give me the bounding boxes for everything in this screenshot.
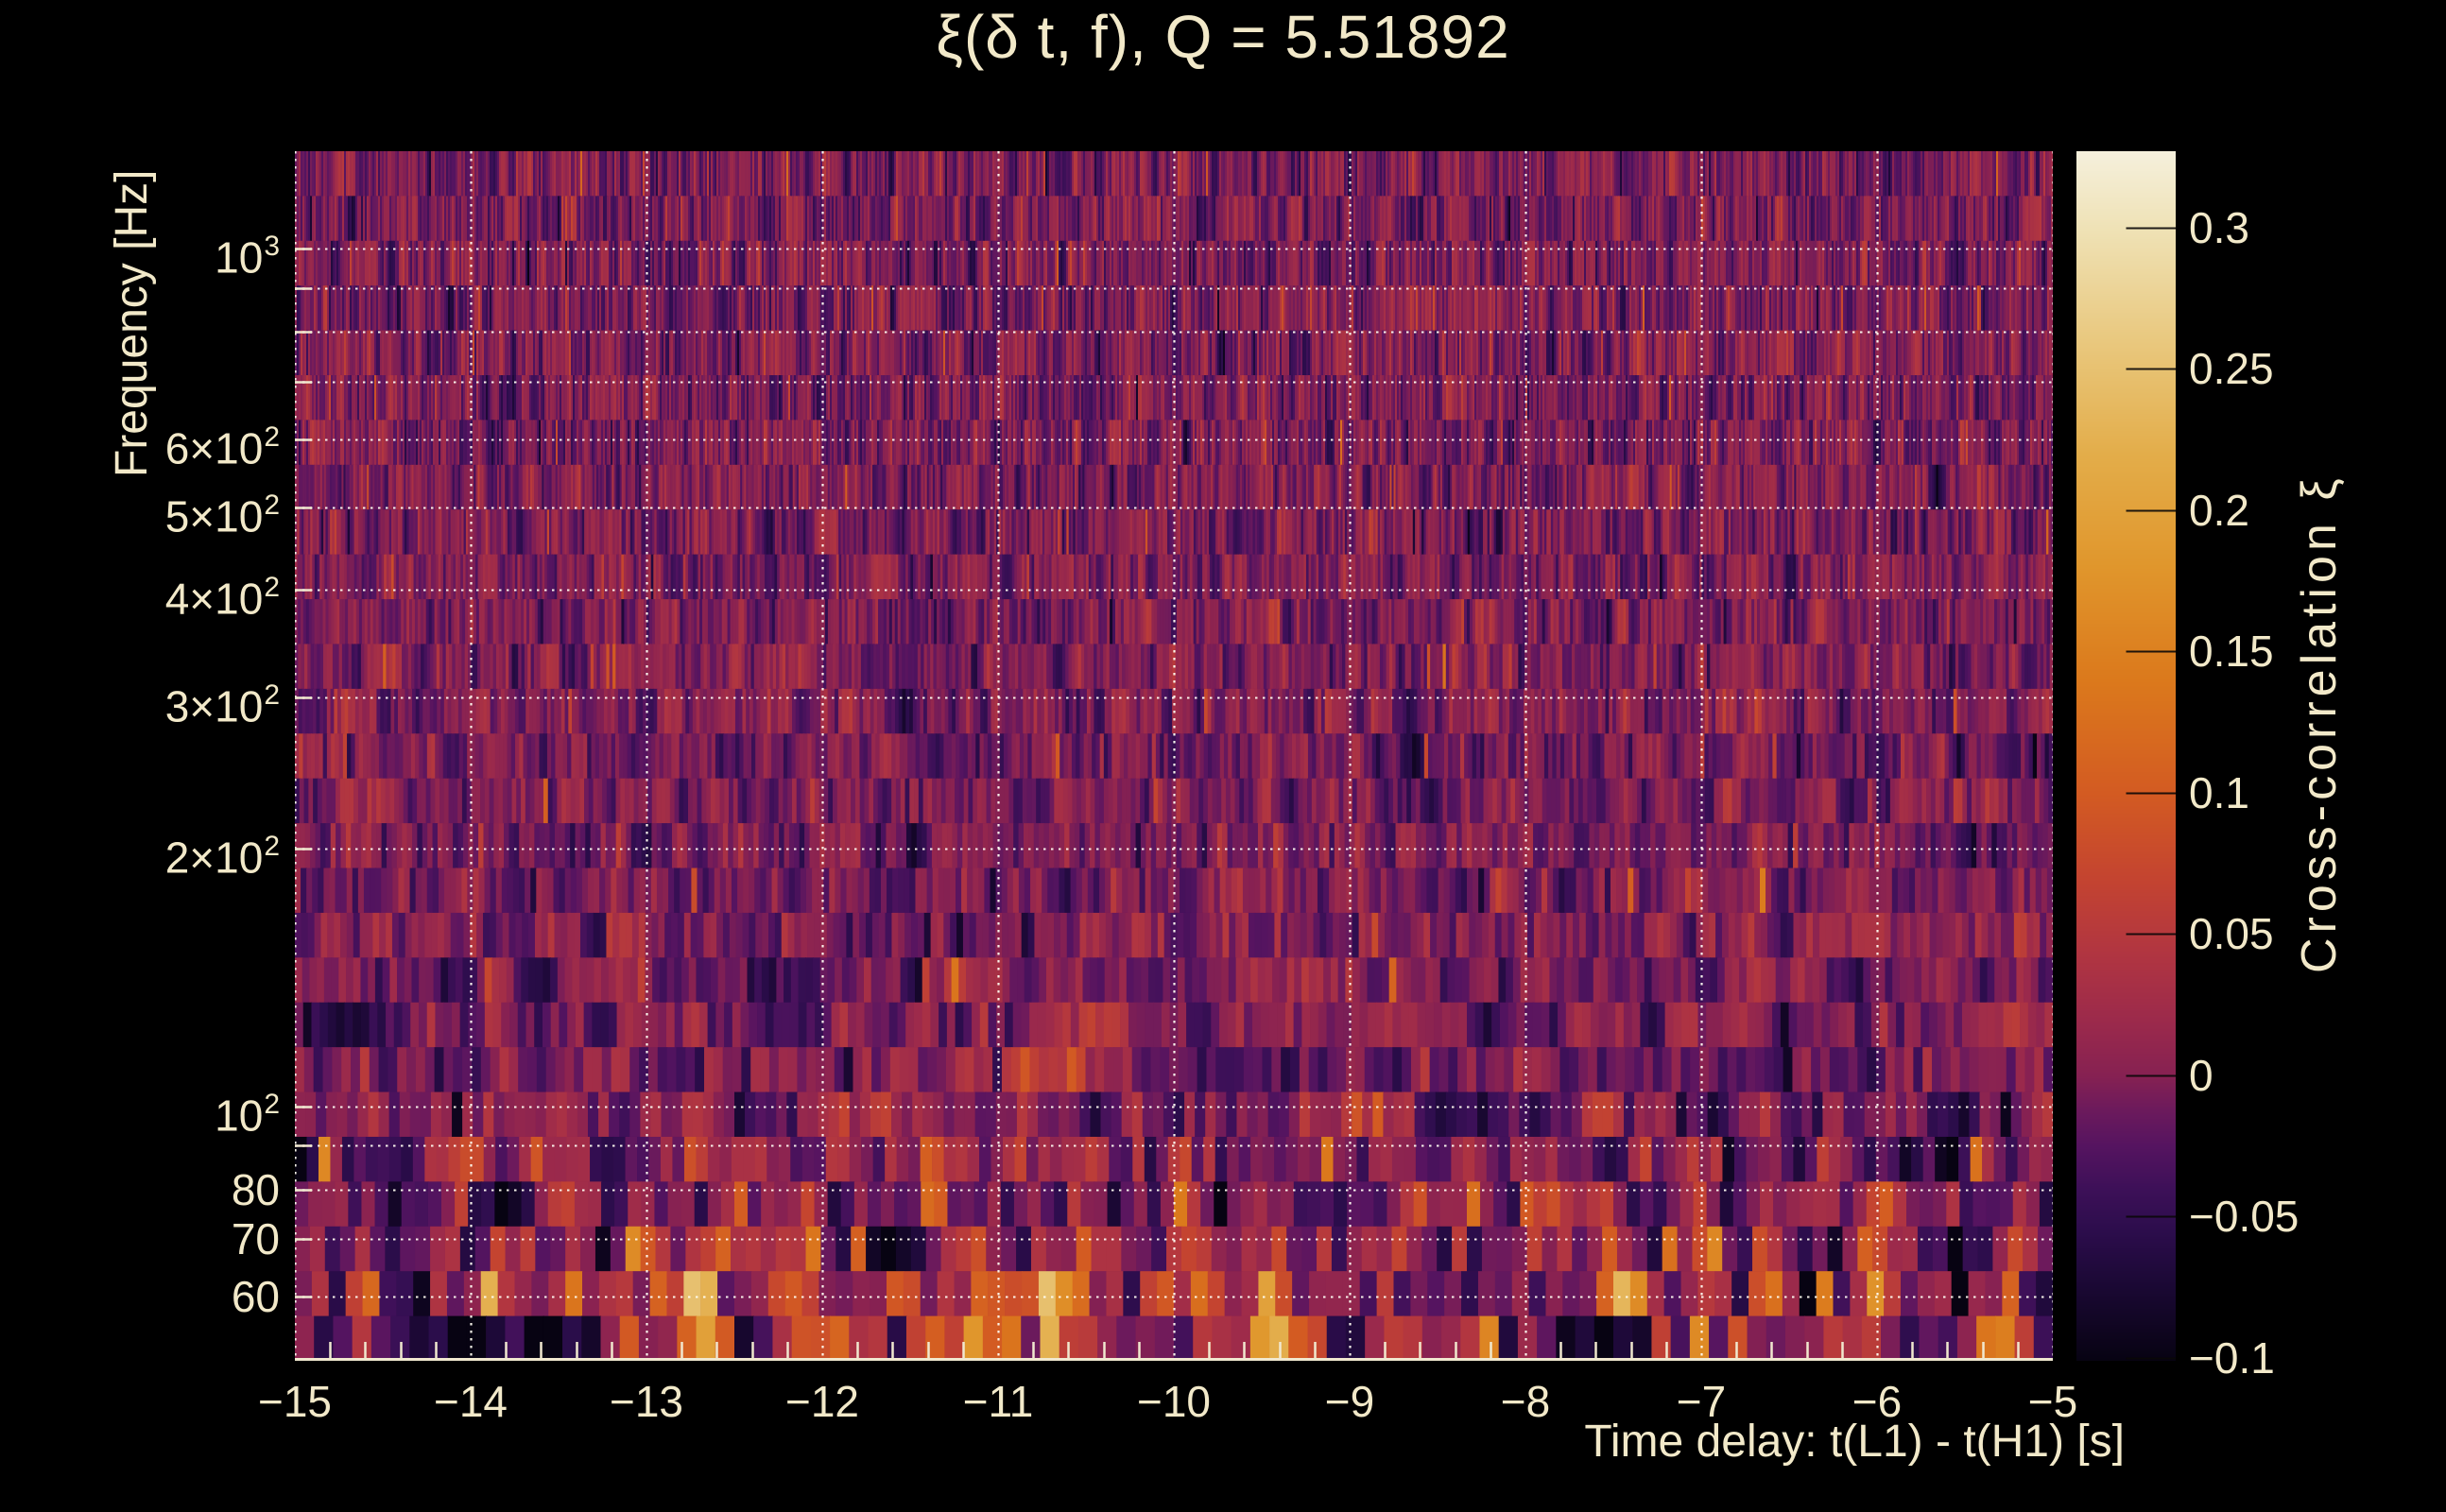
colorbar-tick-label: 0.05 <box>2189 909 2274 959</box>
x-tick-label: −15 <box>257 1377 333 1426</box>
y-tick-label: 5×102 <box>164 489 280 541</box>
y-tick-label: 80 <box>231 1164 280 1214</box>
y-tick-label: 102 <box>215 1088 280 1141</box>
y-tick-label: 4×102 <box>164 572 280 624</box>
y-tick-label: 3×102 <box>164 679 280 731</box>
figure-canvas-area: ξ(δ t, f), Q = 5.51892 Frequency [Hz] 10… <box>0 0 2446 1512</box>
y-tick-label: 70 <box>231 1214 280 1264</box>
heatmap-canvas <box>295 151 2053 1361</box>
x-tick-label: −13 <box>609 1377 684 1426</box>
y-tick-label: 2×102 <box>164 830 280 882</box>
colorbar-tick-label: −0.1 <box>2189 1333 2275 1383</box>
x-axis-label: Time delay: t(L1) - t(H1) [s] <box>1584 1417 2125 1467</box>
x-tick-label: −11 <box>962 1377 1034 1426</box>
plot-title: ξ(δ t, f), Q = 5.51892 <box>936 3 1510 71</box>
colorbar-tick-label: 0.3 <box>2189 202 2249 252</box>
x-tick-label: −10 <box>1136 1377 1212 1426</box>
colorbar-gradient <box>2076 151 2176 1361</box>
y-tick-label: 6×102 <box>164 421 280 473</box>
colorbar-tick-label: 0 <box>2189 1050 2213 1100</box>
colorbar-tick-label: 0.1 <box>2189 767 2249 817</box>
y-tick-label: 103 <box>215 231 280 283</box>
colorbar-tick-label: −0.05 <box>2189 1192 2300 1242</box>
colorbar-label: Cross-correlation ξ <box>2292 473 2347 973</box>
colorbar-tick-label: 0.15 <box>2189 627 2274 677</box>
x-tick-label: −9 <box>1324 1377 1375 1426</box>
x-tick-label: −14 <box>433 1377 508 1426</box>
colorbar-tick-label: 0.2 <box>2189 485 2249 535</box>
y-tick-label: 60 <box>231 1272 280 1322</box>
colorbar-tick-label: 0.25 <box>2189 344 2274 394</box>
x-tick-label: −12 <box>784 1377 860 1426</box>
